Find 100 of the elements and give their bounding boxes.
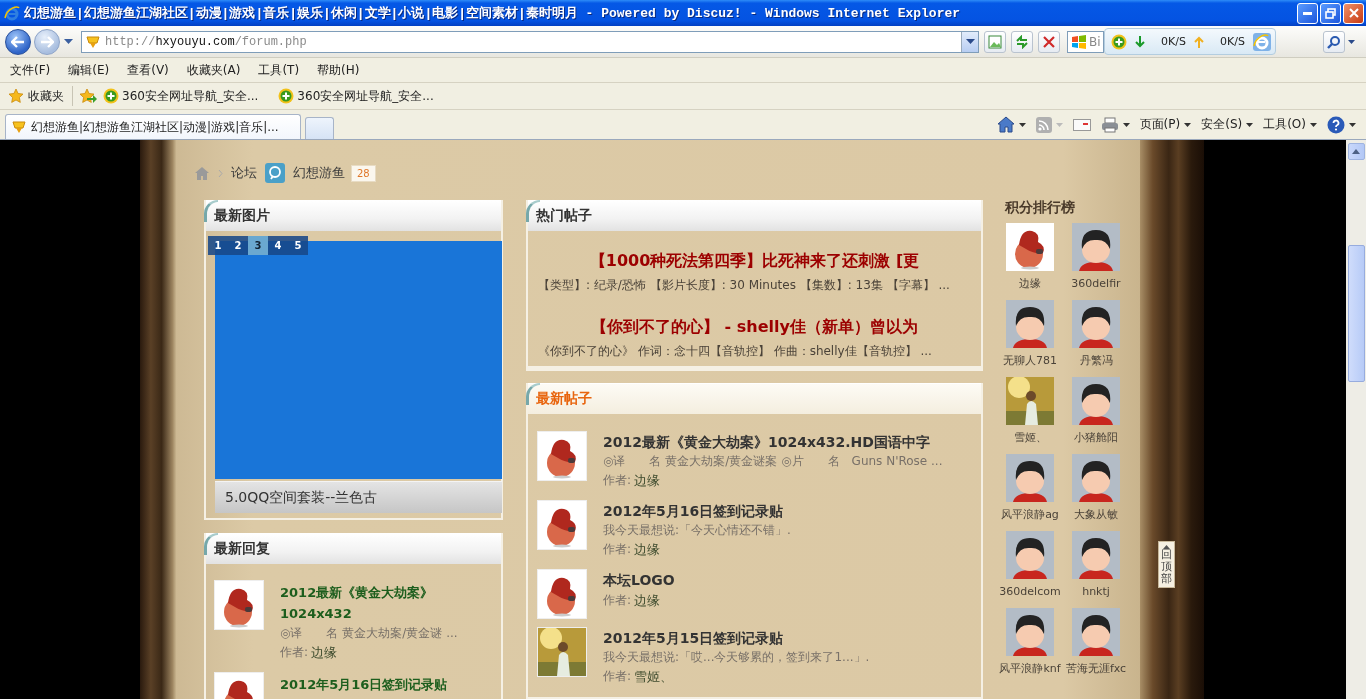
panel-title: 最新回复 (214, 540, 270, 558)
search-field[interactable]: Bi (1067, 30, 1104, 53)
user-name-link[interactable]: 大象从敏 (1074, 507, 1118, 523)
restore-button[interactable] (1320, 2, 1341, 24)
download-arrow-icon (1135, 35, 1145, 48)
menu-item[interactable]: 查看(V) (125, 60, 171, 80)
thread-title-link[interactable]: 2012年5月16日签到记录贴 (603, 501, 791, 521)
menu-item[interactable]: 工具(T) (256, 60, 302, 80)
favorites-button[interactable]: 收藏夹 (6, 85, 66, 107)
mail-icon (1072, 118, 1091, 131)
user-name-link[interactable]: 无聊人781 (1003, 353, 1057, 369)
plus-circle-icon (103, 88, 119, 104)
menu-item[interactable]: 文件(F) (8, 60, 53, 80)
home-icon (996, 116, 1015, 133)
thread-summary: 《你到不了的心》 作词：念十四【音轨控】 作曲：shelly佳【音轨控】 ... (538, 343, 933, 360)
page-icon (988, 34, 1002, 49)
thread-title-link[interactable]: 本坛LOGO (603, 570, 675, 590)
toolbar-menu-button[interactable]: 页面(P) (1139, 116, 1192, 133)
upload-speed: 0K/S (1219, 35, 1245, 48)
author-link[interactable]: 边缘 (634, 470, 661, 491)
page-button[interactable]: 1 (208, 236, 228, 255)
caret-icon (1310, 122, 1317, 127)
scroll-up-button[interactable] (1347, 143, 1365, 160)
scrollbar[interactable] (1346, 140, 1366, 699)
stop-button[interactable] (1038, 30, 1060, 53)
add-favorite-button[interactable] (77, 86, 99, 106)
caret-icon (1055, 122, 1063, 127)
search-icon (1327, 34, 1341, 49)
back-button[interactable] (5, 28, 31, 55)
page-button[interactable]: 4 (268, 236, 288, 255)
avatar (1006, 608, 1054, 656)
breadcrumb-link[interactable]: 幻想游鱼 (293, 164, 345, 182)
page-button[interactable]: 3 (248, 236, 268, 255)
page-button[interactable]: 2 (228, 236, 248, 255)
user-name-link[interactable]: 边缘 (1019, 276, 1041, 292)
avatar (1072, 608, 1120, 656)
menu-item[interactable]: 收藏夹(A) (184, 60, 243, 80)
author-label: 作者: (603, 668, 632, 685)
download-speed: 0K/S (1160, 35, 1186, 48)
avatar (1006, 223, 1054, 271)
stop-icon (1043, 35, 1055, 48)
mail-button[interactable] (1072, 118, 1091, 131)
count-badge: 28 (351, 164, 376, 182)
favorite-link[interactable]: 360安全网址导航_安全... (103, 87, 259, 105)
help-button[interactable] (1327, 115, 1356, 134)
address-field[interactable]: http://hxyouyu.com/forum.php (81, 30, 979, 53)
back-to-top-link[interactable]: 回顶部 (1158, 541, 1175, 589)
caret-icon (1347, 39, 1355, 44)
hot-thread-link[interactable]: 【1000种死法第四季】比死神来了还刺激 [更 (538, 249, 971, 273)
minimize-button[interactable] (1297, 2, 1318, 24)
caret-icon (1122, 122, 1130, 127)
user-name-link[interactable]: hnktj (1082, 584, 1110, 600)
browser-tab[interactable]: 幻想游鱼|幻想游鱼江湖社区|动漫|游戏|音乐|... (5, 114, 301, 139)
author-link[interactable]: 边缘 (634, 539, 661, 560)
address-dropdown-button[interactable] (961, 31, 978, 52)
avatar (1006, 300, 1054, 348)
toolbar-menu-button[interactable]: 安全(S) (1201, 116, 1254, 133)
menu-item[interactable]: 编辑(E) (66, 60, 112, 80)
up-arrow-icon (1163, 545, 1170, 549)
up-arrow-icon (1352, 149, 1360, 154)
windows-flag-icon (1071, 33, 1087, 50)
close-button[interactable] (1343, 2, 1364, 24)
author-link[interactable]: 边缘 (634, 590, 661, 611)
thread-title-link[interactable]: 2012年5月15日签到记录贴 (603, 628, 870, 648)
user-name-link[interactable]: 丹繁冯 (1079, 353, 1113, 369)
thread-title-link[interactable]: 2012年5月16日签到记录贴 (280, 674, 480, 695)
author-label: 作者: (603, 592, 632, 609)
user-name-link[interactable]: 风平浪静knf (999, 661, 1061, 677)
minimize-icon (1303, 11, 1312, 15)
avatar (215, 581, 263, 629)
thread-title-link[interactable]: 2012最新《黄金大劫案》1024x432 (280, 582, 480, 624)
menu-item[interactable]: 帮助(H) (315, 60, 362, 80)
user-name-link[interactable]: 雪姬、 (1013, 430, 1047, 446)
page-button[interactable]: 5 (288, 236, 308, 255)
thread-title-link[interactable]: 2012最新《黄金大劫案》1024x432.HD国语中字 (603, 432, 943, 452)
user-name-link[interactable]: 小猪舱阳 (1074, 430, 1118, 446)
author-link[interactable]: 边缘 (311, 642, 338, 663)
refresh-button[interactable] (1011, 30, 1033, 53)
home-button[interactable] (996, 116, 1026, 133)
scrollbar-thumb[interactable] (1347, 245, 1365, 382)
author-link[interactable]: 雪姬、 (634, 666, 674, 687)
avatar (1006, 454, 1054, 502)
user-name-link[interactable]: 苦海无涯fxc (1065, 661, 1127, 677)
breadcrumb-link[interactable]: 论坛 (231, 164, 257, 182)
feed-icon (1035, 116, 1052, 133)
chevron-icon (218, 168, 223, 178)
user-name-link[interactable]: 360delcom (999, 584, 1061, 600)
thread-summary: 我今天最想说:「今天心情还不错」. (603, 522, 791, 539)
user-name-link[interactable]: 风平浪静ag (1001, 507, 1059, 523)
thread-summary: 【类型】: 纪录/恐怖 【影片长度】: 30 Minutes 【集数】: 13集 【字幕】 ... (538, 277, 951, 294)
thread-summary: ◎译 名 黄金大劫案/黄金谜 ... (280, 625, 459, 642)
hot-thread-link[interactable]: 【你到不了的心】 - shelly佳（新单）曾以为 (538, 315, 971, 339)
user-name-link[interactable]: 360delfir (1071, 276, 1121, 292)
favorite-link[interactable]: 360安全网址导航_安全... (278, 87, 434, 105)
print-button[interactable] (1100, 116, 1130, 133)
caret-icon (1018, 122, 1026, 127)
toolbar-menu-button[interactable]: 工具(O) (1263, 116, 1317, 133)
forum-icon (265, 163, 285, 183)
search-button[interactable] (1323, 30, 1345, 53)
avatar (1072, 377, 1120, 425)
